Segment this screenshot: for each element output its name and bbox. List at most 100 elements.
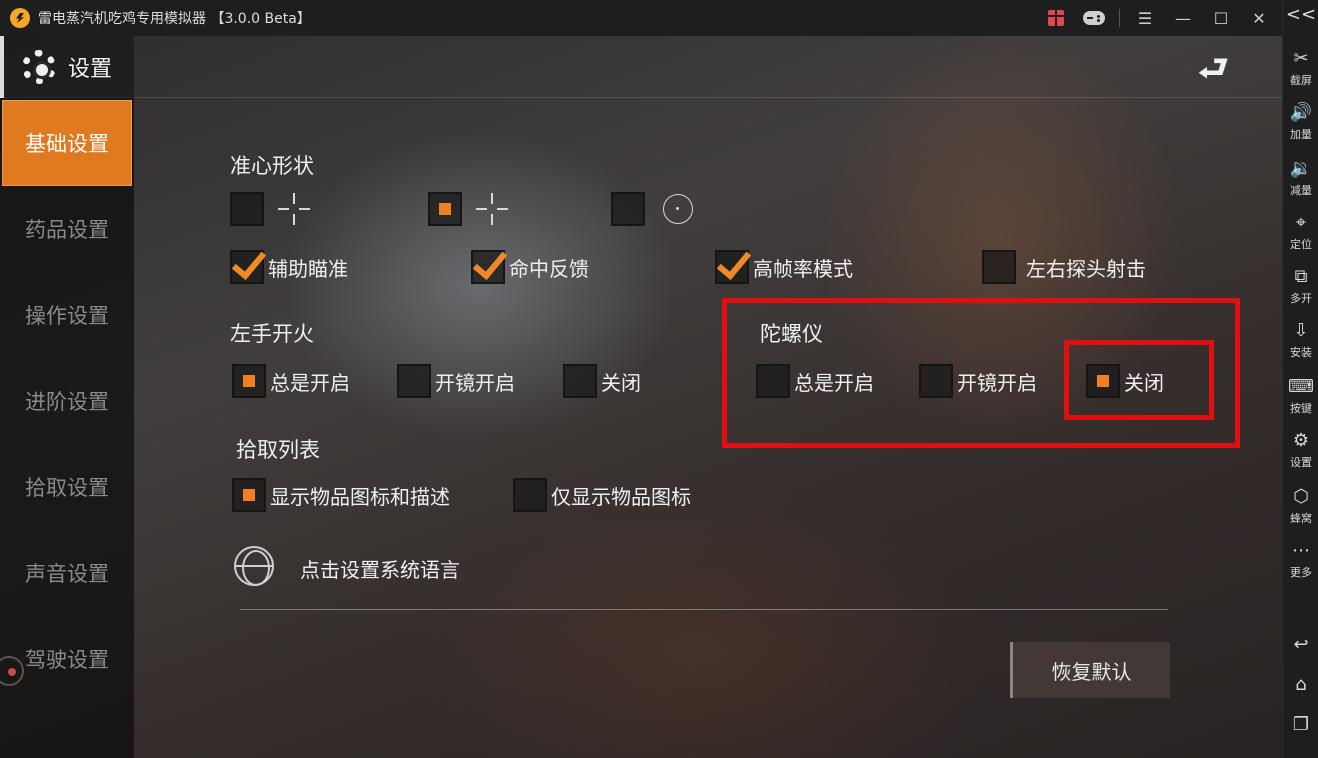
screenshot-button[interactable]: ✂ 截屏 — [1283, 42, 1318, 94]
gear-icon — [22, 50, 56, 84]
more-icon: ⋯ — [1292, 539, 1310, 561]
install-apk-button[interactable]: ⇩ 安装 — [1283, 314, 1318, 366]
crosshair-option-1[interactable] — [230, 192, 310, 226]
collapse-sidebar-icon[interactable]: << — [1283, 4, 1318, 32]
more-label: 更多 — [1290, 565, 1312, 579]
keymap-button[interactable]: ⌨ 按键 — [1283, 370, 1318, 422]
multi-instance-icon: ⧉ — [1294, 265, 1308, 287]
volume-down-icon: 🔉 — [1289, 157, 1313, 179]
menu-item-sound[interactable]: 声音设置 — [0, 530, 134, 616]
crosshair-option-2[interactable] — [428, 192, 508, 226]
location-button[interactable]: ⌖ 定位 — [1283, 206, 1318, 258]
menu-icon[interactable]: ☰ — [1128, 0, 1162, 36]
volume-up-label: 加量 — [1290, 127, 1312, 141]
window-controls: ☰ — ☐ ✕ — [1039, 0, 1276, 36]
left-fire-scope-option[interactable]: 开镜开启 — [397, 364, 515, 398]
keyboard-icon: ⌨ — [1288, 375, 1314, 397]
emulator-settings-button[interactable]: ⚙ 设置 — [1283, 424, 1318, 476]
left-fire-scope-radio[interactable] — [397, 364, 431, 398]
hit-feedback-option[interactable]: 命中反馈 — [471, 250, 589, 284]
pickup-section-title: 拾取列表 — [236, 438, 320, 462]
settings-header: 设置 ⮐ — [0, 36, 1282, 98]
page-title: 设置 — [68, 57, 113, 82]
high-fps-option[interactable]: 高帧率模式 — [715, 250, 853, 284]
android-home-button[interactable]: ⌂ — [1283, 664, 1318, 708]
high-fps-label: 高帧率模式 — [753, 256, 853, 281]
emulator-settings-label: 设置 — [1290, 455, 1312, 469]
game-screen: 设置 ⮐ 基础设置 药品设置 操作设置 进阶设置 拾取设置 声音设置 驾驶设置 … — [0, 36, 1282, 758]
android-back-button[interactable]: ↩ — [1283, 624, 1318, 668]
return-arrow-icon: ⮐ — [1198, 49, 1229, 89]
menu-item-pickup[interactable]: 拾取设置 — [0, 444, 134, 530]
multi-instance-label: 多开 — [1290, 291, 1312, 305]
settings-menu: 基础设置 药品设置 操作设置 进阶设置 拾取设置 声音设置 驾驶设置 — [0, 98, 134, 758]
crosshair-cross-icon — [278, 193, 310, 225]
volume-down-button[interactable]: 🔉 减量 — [1283, 152, 1318, 204]
settings-title-block: 设置 — [0, 36, 134, 98]
crosshair-option-3-checkbox[interactable] — [611, 192, 645, 226]
maximize-icon[interactable]: ☐ — [1204, 0, 1238, 36]
crosshair-option-2-checkbox[interactable] — [428, 192, 462, 226]
volume-up-icon: 🔊 — [1289, 101, 1313, 123]
apk-install-icon: ⇩ — [1293, 319, 1309, 341]
recent-apps-icon: ❐ — [1292, 714, 1310, 735]
menu-item-medicine[interactable]: 药品设置 — [0, 186, 134, 272]
volume-up-button[interactable]: 🔊 加量 — [1283, 96, 1318, 148]
android-recents-button[interactable]: ❐ — [1283, 704, 1318, 748]
hive-button[interactable]: ⬡ 蜂窝 — [1283, 480, 1318, 532]
multi-instance-button[interactable]: ⧉ 多开 — [1283, 260, 1318, 312]
language-setting-link[interactable]: 点击设置系统语言 — [300, 554, 460, 583]
crosshair-section-title: 准心形状 — [230, 154, 314, 178]
aim-assist-checkbox[interactable] — [230, 250, 264, 284]
title-bar: 雷电蒸汽机吃鸡专用模拟器 【3.0.0 Beta】 ☰ — ☐ ✕ — [0, 0, 1282, 36]
pickup-full-option[interactable]: 显示物品图标和描述 — [232, 478, 450, 512]
pickup-icon-only-option[interactable]: 仅显示物品图标 — [513, 478, 691, 512]
menu-item-driving[interactable]: 驾驶设置 — [0, 616, 134, 702]
crosshair-option-1-checkbox[interactable] — [230, 192, 264, 226]
globe-icon[interactable] — [234, 546, 274, 586]
gift-icon[interactable] — [1039, 0, 1073, 36]
pickup-icon-only-radio[interactable] — [513, 478, 547, 512]
left-fire-always-label: 总是开启 — [270, 370, 350, 395]
return-button[interactable]: ⮐ — [1194, 42, 1246, 90]
section-divider — [240, 609, 1168, 610]
crosshair-option-3[interactable] — [611, 192, 693, 226]
titlebar-divider — [1119, 9, 1120, 27]
hive-icon: ⬡ — [1293, 485, 1309, 507]
menu-item-basic[interactable]: 基础设置 — [2, 100, 132, 186]
scissors-icon: ✂ — [1293, 47, 1309, 69]
left-fire-off-label: 关闭 — [601, 370, 641, 395]
left-fire-off-radio[interactable] — [563, 364, 597, 398]
app-title: 雷电蒸汽机吃鸡专用模拟器 【3.0.0 Beta】 — [38, 11, 311, 27]
hit-feedback-checkbox[interactable] — [471, 250, 505, 284]
peek-fire-option[interactable]: 左右探头射击 — [982, 250, 1146, 284]
menu-item-advanced[interactable]: 进阶设置 — [0, 358, 134, 444]
left-fire-always-radio[interactable] — [232, 364, 266, 398]
pickup-full-radio[interactable] — [232, 478, 266, 512]
high-fps-checkbox[interactable] — [715, 250, 749, 284]
app-logo-icon — [10, 8, 30, 28]
left-fire-always-option[interactable]: 总是开启 — [232, 364, 350, 398]
aim-assist-label: 辅助瞄准 — [268, 256, 348, 281]
back-icon: ↩ — [1293, 634, 1309, 655]
minimize-icon[interactable]: — — [1166, 0, 1200, 36]
close-icon[interactable]: ✕ — [1242, 0, 1276, 36]
screenshot-label: 截屏 — [1290, 73, 1312, 87]
aim-assist-option[interactable]: 辅助瞄准 — [230, 250, 348, 284]
left-fire-scope-label: 开镜开启 — [435, 370, 515, 395]
more-button[interactable]: ⋯ 更多 — [1283, 534, 1318, 586]
pickup-icon-only-label: 仅显示物品图标 — [551, 484, 691, 509]
menu-item-controls[interactable]: 操作设置 — [0, 272, 134, 358]
crosshair-circle-icon — [663, 194, 693, 224]
gamepad-icon[interactable] — [1077, 0, 1111, 36]
reset-defaults-button[interactable]: 恢复默认 — [1010, 642, 1170, 698]
keymap-label: 按键 — [1290, 401, 1312, 415]
install-apk-label: 安装 — [1290, 345, 1312, 359]
peek-fire-checkbox[interactable] — [982, 250, 1016, 284]
location-icon: ⌖ — [1295, 211, 1307, 233]
home-icon: ⌂ — [1295, 674, 1307, 695]
left-fire-off-option[interactable]: 关闭 — [563, 364, 641, 398]
crosshair-cross-icon — [476, 193, 508, 225]
left-fire-section-title: 左手开火 — [230, 322, 314, 346]
volume-down-label: 减量 — [1290, 183, 1312, 197]
